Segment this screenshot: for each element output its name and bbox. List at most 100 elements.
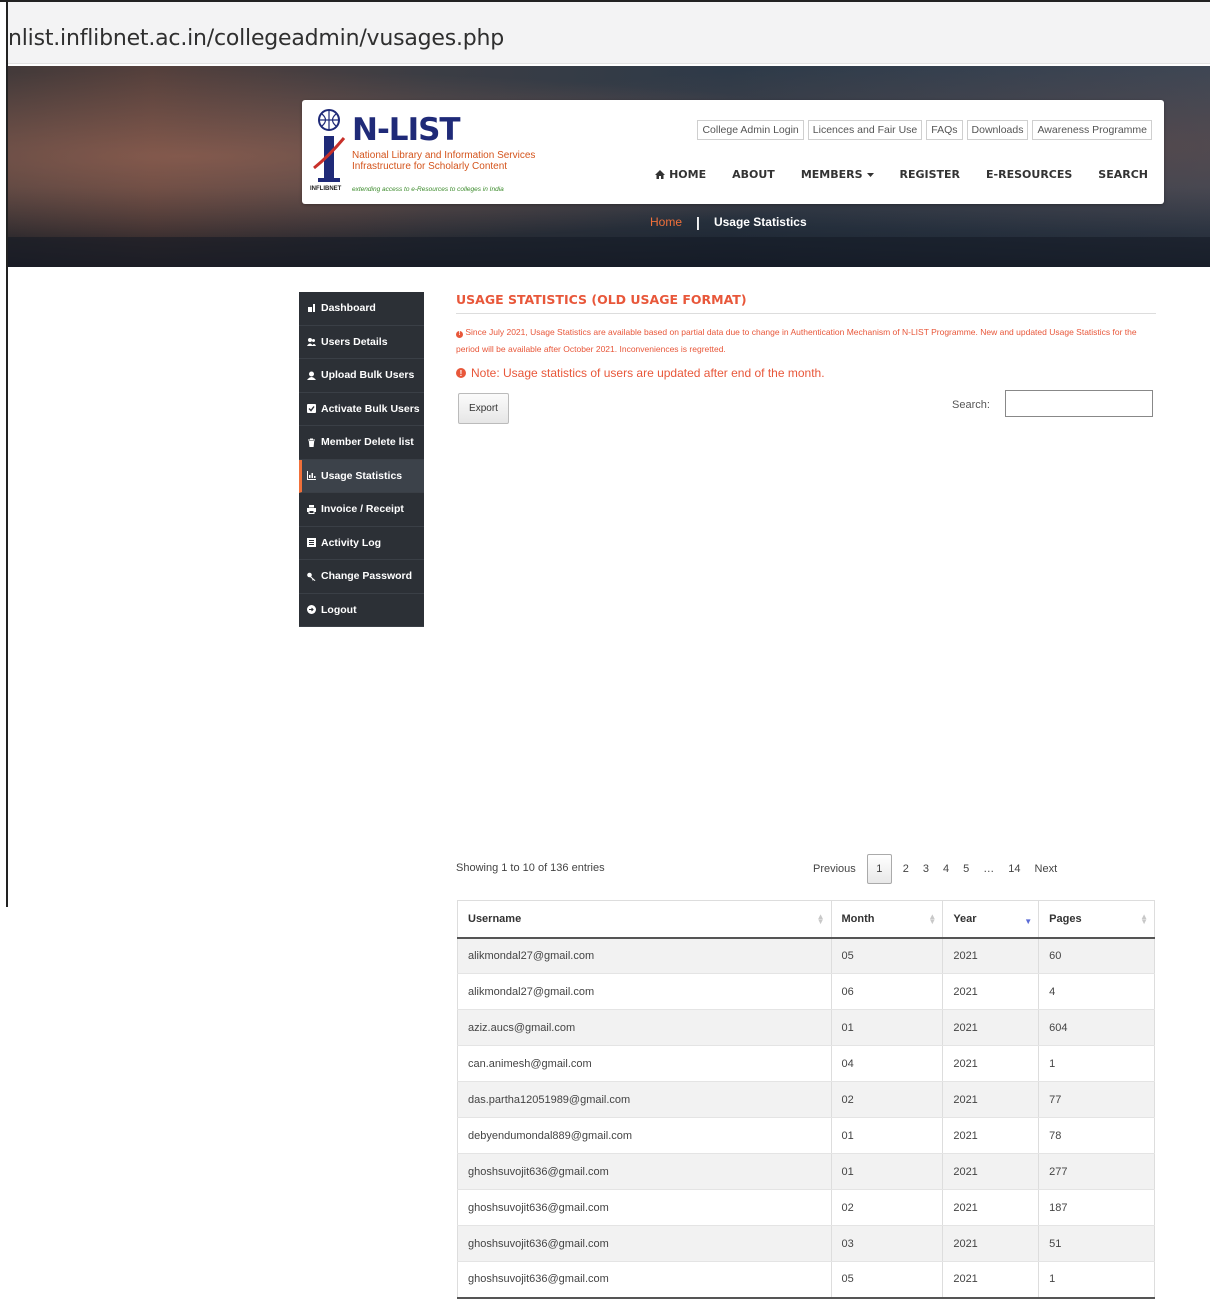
sidebar-item-users-details[interactable]: Users Details xyxy=(299,326,424,359)
cell-username: debyendumondal889@gmail.com xyxy=(457,1117,832,1154)
trash-icon xyxy=(308,438,315,447)
sidebar-item-logout[interactable]: Logout xyxy=(299,594,424,627)
column-header-label: Month xyxy=(841,912,875,925)
top-links: College Admin Login Licences and Fair Us… xyxy=(697,120,1152,140)
nav-members[interactable]: MEMBERS xyxy=(801,168,874,181)
cell-pages: 78 xyxy=(1038,1117,1155,1154)
activate-check-icon xyxy=(307,404,316,414)
faqs-link[interactable]: FAQs xyxy=(926,120,963,140)
pagination-page-current[interactable]: 1 xyxy=(866,854,892,884)
alert-icon: ! xyxy=(456,331,463,338)
sidebar-item-dashboard[interactable]: Dashboard xyxy=(299,292,424,326)
nav-home[interactable]: HOME xyxy=(655,168,706,181)
cell-pages: 277 xyxy=(1038,1153,1155,1190)
print-icon xyxy=(307,504,316,514)
cell-pages: 1 xyxy=(1038,1261,1155,1299)
cell-month: 05 xyxy=(831,937,944,974)
sidebar-item-usage-statistics[interactable]: Usage Statistics xyxy=(299,459,424,493)
pagination-page[interactable]: 2 xyxy=(896,854,916,884)
sort-icon: ▲ ▼ xyxy=(928,912,937,926)
column-header-username[interactable]: Username ▲ ▼ xyxy=(457,900,832,939)
column-header-pages[interactable]: Pages ▲ ▼ xyxy=(1038,900,1155,939)
sidebar-item-label: Logout xyxy=(321,603,357,616)
sidebar-item-member-delete-list[interactable]: Member Delete list xyxy=(299,426,424,460)
pagination-page[interactable]: 5 xyxy=(956,854,976,884)
column-header-month[interactable]: Month ▲ ▼ xyxy=(831,900,944,939)
cell-username: aziz.aucs@gmail.com xyxy=(457,1009,832,1046)
sidebar-item-label: Activate Bulk Users xyxy=(321,402,420,415)
cell-year: 2021 xyxy=(942,1225,1040,1262)
sidebar-item-activate-bulk-users[interactable]: Activate Bulk Users xyxy=(299,393,424,426)
users-icon xyxy=(307,338,316,347)
caret-down-icon xyxy=(866,172,874,177)
logo-sub-line-2: Infrastructure for Scholarly Content xyxy=(352,161,508,172)
table-info: Showing 1 to 10 of 136 entries xyxy=(456,862,605,874)
sidebar-item-label: Activity Log xyxy=(321,536,382,549)
upload-users-icon xyxy=(307,371,316,380)
table-row: can.animesh@gmail.com 04 2021 1 xyxy=(457,1045,1155,1082)
college-admin-login-link[interactable]: College Admin Login xyxy=(697,120,804,140)
breadcrumb-current: Usage Statistics xyxy=(713,215,807,229)
table-header-row: Username ▲ ▼ Month ▲ ▼ Year ▼ Pages ▲ ▼ xyxy=(457,900,1155,939)
site-logo-title[interactable]: N-LIST xyxy=(352,112,461,148)
downloads-link[interactable]: Downloads xyxy=(966,120,1029,140)
export-button[interactable]: Export xyxy=(458,393,509,424)
sort-icon: ▲ ▼ xyxy=(816,912,825,926)
sidebar-item-label: Change Password xyxy=(321,570,413,583)
key-icon xyxy=(307,572,316,581)
nav-home-label: HOME xyxy=(669,168,707,181)
cell-month: 01 xyxy=(831,1009,944,1046)
sidebar-item-activity-log[interactable]: Activity Log xyxy=(299,527,424,560)
pagination-next[interactable]: Next xyxy=(1028,854,1065,884)
sidebar-item-label: Dashboard xyxy=(321,302,376,315)
nav-about[interactable]: ABOUT xyxy=(732,168,775,181)
table-row: aziz.aucs@gmail.com 01 2021 604 xyxy=(457,1009,1155,1046)
column-header-year[interactable]: Year ▼ xyxy=(942,900,1040,939)
sidebar-item-change-password[interactable]: Change Password xyxy=(299,560,424,594)
column-header-label: Username xyxy=(468,912,522,925)
search-input[interactable] xyxy=(1005,390,1153,417)
licences-link[interactable]: Licences and Fair Use xyxy=(807,120,923,140)
page-title: USAGE STATISTICS (OLD USAGE FORMAT) xyxy=(456,292,1156,314)
inflibnet-logo-icon[interactable] xyxy=(312,108,346,196)
sidebar-item-label: Usage Statistics xyxy=(321,469,403,482)
cell-year: 2021 xyxy=(942,1189,1040,1226)
pagination-page[interactable]: 14 xyxy=(1001,854,1027,884)
cell-username: ghoshsuvojit636@gmail.com xyxy=(457,1261,832,1299)
pagination-page[interactable]: 4 xyxy=(936,854,956,884)
note-text: ! Note: Usage statistics of users are up… xyxy=(456,366,1156,380)
breadcrumb-separator: | xyxy=(696,214,700,230)
cell-month: 02 xyxy=(831,1081,944,1118)
cell-pages: 187 xyxy=(1038,1189,1155,1226)
pagination-page[interactable]: 3 xyxy=(916,854,936,884)
sidebar-item-label: Invoice / Receipt xyxy=(321,503,404,516)
cell-year: 2021 xyxy=(942,1009,1040,1046)
cell-year: 2021 xyxy=(942,1153,1040,1190)
url-text[interactable]: nlist.inflibnet.ac.in/collegeadmin/vusag… xyxy=(8,26,504,51)
nav-members-label: MEMBERS xyxy=(800,168,863,181)
nav-register[interactable]: REGISTER xyxy=(900,168,961,181)
note-body: Note: Usage statistics of users are upda… xyxy=(471,366,825,380)
cell-pages: 51 xyxy=(1038,1225,1155,1262)
cell-username: alikmondal27@gmail.com xyxy=(457,973,832,1010)
cell-username: ghoshsuvojit636@gmail.com xyxy=(457,1189,832,1226)
cell-year: 2021 xyxy=(942,1081,1040,1118)
awareness-programme-link[interactable]: Awareness Programme xyxy=(1032,120,1152,140)
cell-pages: 4 xyxy=(1038,973,1155,1010)
sidebar-item-label: Upload Bulk Users xyxy=(321,369,415,382)
nav-eresources[interactable]: E-RESOURCES xyxy=(986,168,1072,181)
sidebar-item-upload-bulk-users[interactable]: Upload Bulk Users xyxy=(299,359,424,393)
table-toolbar: Export Search: xyxy=(456,390,1156,429)
table-row: das.partha12051989@gmail.com 02 2021 77 xyxy=(457,1081,1155,1118)
table-row: alikmondal27@gmail.com 05 2021 60 xyxy=(457,937,1155,974)
breadcrumb-home[interactable]: Home xyxy=(650,215,682,229)
cell-month: 04 xyxy=(831,1045,944,1082)
table-row: ghoshsuvojit636@gmail.com 01 2021 277 xyxy=(457,1153,1155,1190)
cell-username: ghoshsuvojit636@gmail.com xyxy=(457,1153,832,1190)
sidebar: Dashboard Users Details Upload Bulk User… xyxy=(299,292,424,627)
sidebar-item-invoice-receipt[interactable]: Invoice / Receipt xyxy=(299,493,424,527)
logout-icon xyxy=(307,605,316,615)
address-bar[interactable]: nlist.inflibnet.ac.in/collegeadmin/vusag… xyxy=(8,2,1210,64)
nav-search[interactable]: SEARCH xyxy=(1098,168,1148,181)
pagination-previous[interactable]: Previous xyxy=(806,854,863,884)
